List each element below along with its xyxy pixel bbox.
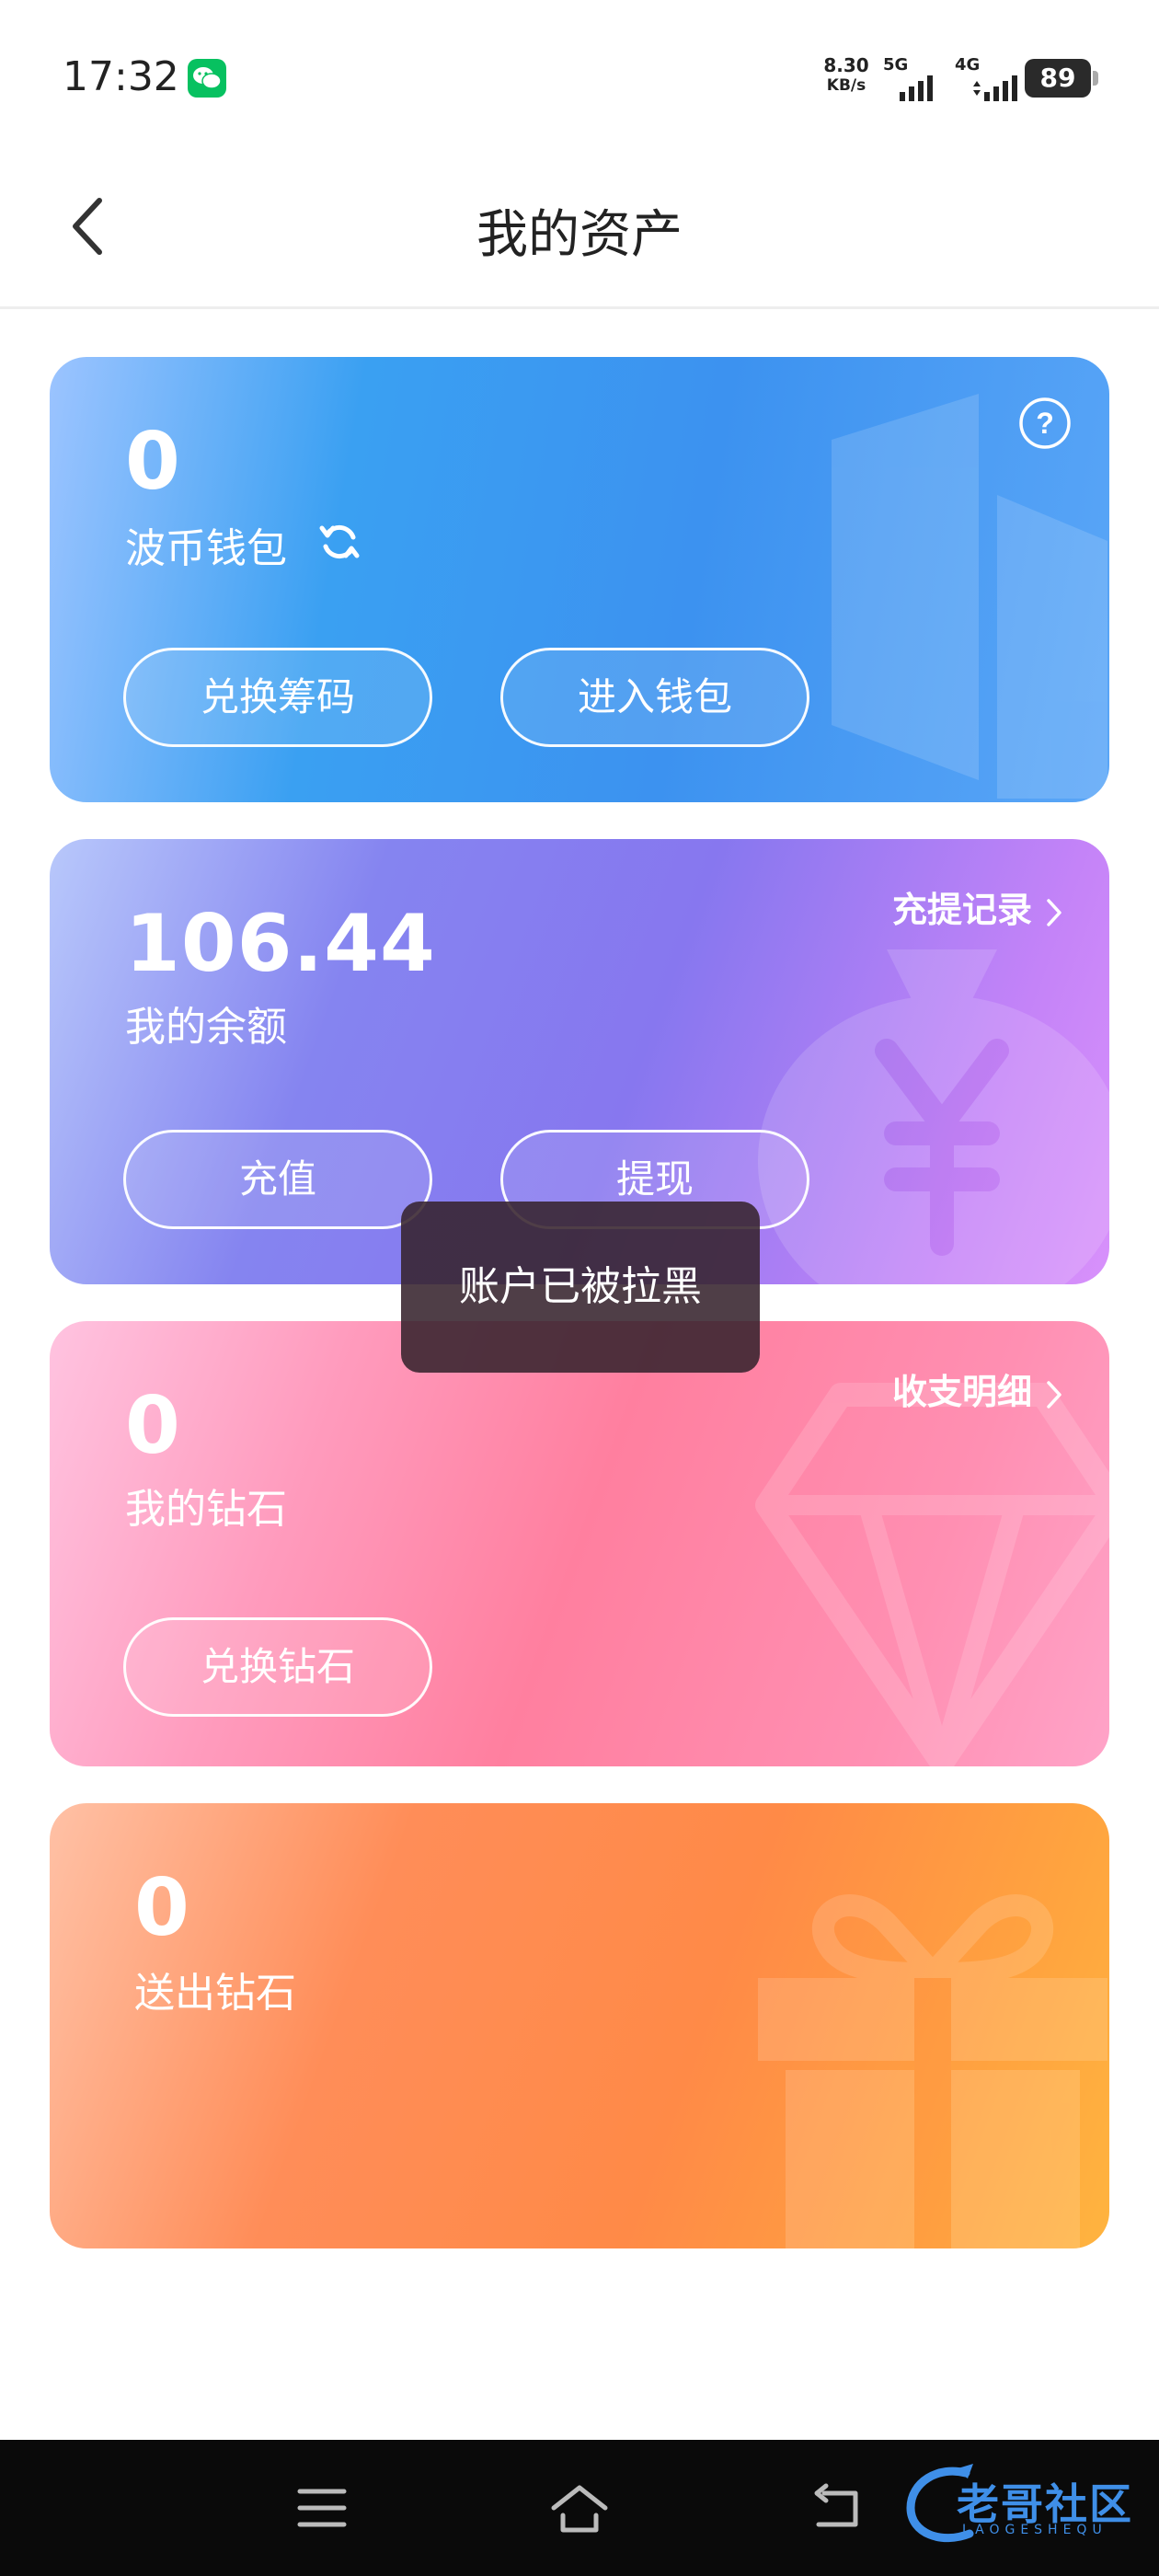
network-speed-unit: KB/s: [826, 76, 866, 95]
status-time: 17:32: [63, 53, 179, 100]
wechat-icon: [188, 59, 226, 98]
nav-bar: 我的资产: [0, 156, 1159, 309]
home-icon[interactable]: [548, 2480, 611, 2539]
diamond-card: 收支明细 0 我的钻石 兑换钻石: [50, 1321, 1109, 1766]
page-title: 我的资产: [476, 205, 683, 265]
exchange-diamonds-button[interactable]: 兑换钻石: [123, 1617, 432, 1717]
details-link-label: 收支明细: [891, 1372, 1032, 1412]
signal-4g-label: 4G: [955, 55, 981, 75]
toast-message: 账户已被拉黑: [401, 1202, 760, 1373]
watermark-logo: 老哥社区 LAOGESHEQU: [901, 2460, 1142, 2552]
system-navigation-bar: 老哥社区 LAOGESHEQU: [0, 2440, 1159, 2576]
chevron-right-icon: [1047, 1380, 1061, 1409]
help-icon[interactable]: ?: [1017, 396, 1073, 451]
back-icon[interactable]: [809, 2480, 865, 2539]
sent-diamonds-label: 送出钻石: [134, 1970, 296, 2017]
exchange-chips-button[interactable]: 兑换筹码: [123, 648, 432, 747]
diamond-value: 0: [125, 1380, 181, 1472]
recharge-withdraw-records-link[interactable]: 充提记录: [892, 881, 1063, 932]
recharge-button[interactable]: 充值: [123, 1130, 432, 1229]
refresh-icon[interactable]: [316, 519, 362, 565]
balance-label: 我的余额: [125, 1004, 287, 1051]
balance-value: 106.44: [125, 898, 436, 990]
money-bag-decoration-icon: [758, 949, 1109, 1284]
sent-diamonds-card: 0 送出钻石: [50, 1803, 1109, 2248]
wallet-value: 0: [125, 416, 181, 508]
assets-page: 17:32 8.30 KB/s 5G 4G 89 我的资产 ? 0 波币钱包 兑…: [0, 0, 1159, 2576]
battery-indicator: 89: [1025, 59, 1098, 98]
menu-icon[interactable]: [294, 2480, 350, 2539]
records-link-label: 充提记录: [891, 890, 1032, 930]
enter-wallet-button[interactable]: 进入钱包: [500, 648, 809, 747]
network-speed-value: 8.30: [823, 54, 869, 76]
watermark-subtext: LAOGESHEQU: [962, 2523, 1107, 2537]
signal-5g-label: 5G: [883, 55, 909, 75]
income-expense-details-link[interactable]: 收支明细: [892, 1363, 1063, 1414]
wallet-label: 波币钱包: [125, 525, 287, 572]
wallet-card: ? 0 波币钱包 兑换筹码 进入钱包: [50, 357, 1109, 802]
diamond-label: 我的钻石: [125, 1486, 287, 1533]
svg-text:?: ?: [1036, 407, 1054, 440]
sent-diamonds-value: 0: [134, 1862, 190, 1954]
network-speed: 8.30 KB/s: [819, 55, 874, 96]
status-bar: 17:32 8.30 KB/s 5G 4G 89: [0, 0, 1159, 156]
chevron-right-icon: [1047, 898, 1061, 926]
gift-decoration-icon: [758, 1894, 1107, 2248]
diamond-decoration-icon: [755, 1383, 1109, 1766]
